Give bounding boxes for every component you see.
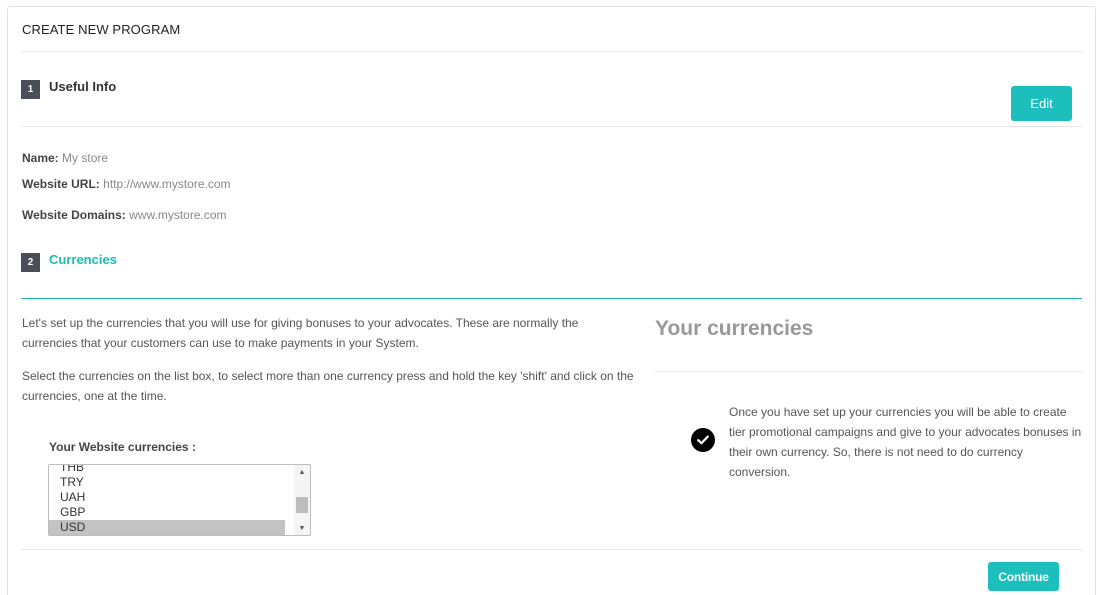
divider: [21, 51, 1082, 52]
edit-button[interactable]: Edit: [1011, 86, 1072, 121]
name-field: Name: My store: [22, 151, 108, 165]
currencies-listbox[interactable]: THB TRY UAH GBP USD ▲ ▼: [48, 464, 311, 536]
currency-option-usd[interactable]: USD: [49, 520, 285, 535]
intro-text: Let's set up the currencies that you wil…: [22, 316, 579, 350]
listbox-scrollbar[interactable]: ▲ ▼: [294, 465, 310, 535]
website-url-field: Website URL: http://www.mystore.com: [22, 177, 231, 191]
continue-button[interactable]: Continue: [988, 562, 1059, 591]
scroll-down-icon[interactable]: ▼: [294, 522, 310, 534]
program-card: CREATE NEW PROGRAM 1 Useful Info Edit Na…: [7, 6, 1096, 595]
website-url-value: http://www.mystore.com: [103, 177, 231, 191]
currency-option-try[interactable]: TRY: [49, 475, 285, 490]
check-circle-icon: [691, 428, 715, 452]
step-1-badge: 1: [21, 80, 40, 99]
instructions-text: Select the currencies on the list box, t…: [22, 369, 634, 403]
step-2-badge: 2: [21, 253, 40, 272]
website-domains-field: Website Domains: www.mystore.com: [22, 208, 227, 222]
divider: [21, 549, 1082, 550]
your-currencies-title: Your currencies: [655, 317, 814, 340]
currency-option-uah[interactable]: UAH: [49, 490, 285, 505]
currency-option-gbp[interactable]: GBP: [49, 505, 285, 520]
website-domains-label: Website Domains:: [22, 208, 126, 222]
divider: [21, 126, 1082, 127]
currencies-list-label: Your Website currencies :: [49, 440, 196, 454]
name-label: Name:: [22, 151, 59, 165]
website-url-label: Website URL:: [22, 177, 100, 191]
name-value: My store: [62, 151, 109, 165]
currencies-options: THB TRY UAH GBP USD: [49, 465, 295, 535]
scroll-up-icon[interactable]: ▲: [294, 466, 310, 478]
currency-option-thb[interactable]: THB: [49, 465, 285, 475]
scroll-thumb[interactable]: [296, 497, 308, 513]
section-divider: [21, 298, 1082, 299]
page-title: CREATE NEW PROGRAM: [22, 22, 181, 37]
currencies-note: Once you have set up your currencies you…: [729, 405, 1082, 479]
divider: [655, 371, 1082, 372]
step-1-label: Useful Info: [49, 79, 117, 94]
step-2-label: Currencies: [49, 252, 117, 267]
website-domains-value: www.mystore.com: [129, 208, 227, 222]
